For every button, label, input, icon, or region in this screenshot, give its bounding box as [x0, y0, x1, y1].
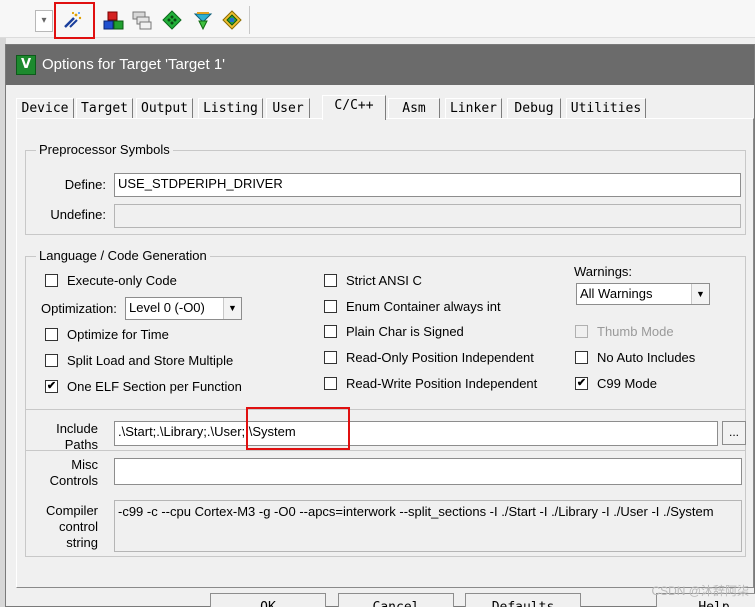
chevron-down-icon: ▼: [691, 284, 709, 304]
include-paths-input[interactable]: .\Start;.\Library;.\User;.\System: [114, 421, 718, 446]
pack-installer-icon[interactable]: [192, 9, 214, 31]
undefine-input[interactable]: [114, 204, 741, 228]
dialog-titlebar[interactable]: V Options for Target 'Target 1': [6, 45, 754, 85]
execute-only-label: Execute-only Code: [67, 273, 177, 288]
watermark: CSDN @沐辞阿柒: [651, 584, 749, 598]
rw-position-checkbox[interactable]: [324, 377, 337, 390]
preprocessor-group: Preprocessor Symbols Define: USE_STDPERI…: [25, 142, 746, 235]
misc-controls-input[interactable]: [114, 458, 742, 485]
optimization-value: Level 0 (-O0): [129, 300, 205, 315]
misc-controls-label-2: Controls: [49, 473, 98, 488]
plain-char-checkbox[interactable]: [324, 325, 337, 338]
defaults-button[interactable]: Defaults: [465, 593, 581, 607]
cancel-button[interactable]: Cancel: [338, 593, 454, 607]
one-elf-checkbox[interactable]: ✔: [45, 380, 58, 393]
c99-mode-label: C99 Mode: [597, 376, 657, 391]
enum-container-label: Enum Container always int: [346, 299, 501, 314]
keil-app-icon: V: [16, 55, 36, 75]
plain-char-label: Plain Char is Signed: [346, 324, 464, 339]
tab-linker[interactable]: Linker: [445, 98, 502, 119]
thumb-mode-label: Thumb Mode: [597, 324, 674, 339]
select-packs-icon[interactable]: [131, 9, 153, 31]
compiler-control-label-2: control: [58, 519, 98, 534]
include-paths-label-2: Paths: [64, 437, 98, 452]
no-auto-includes-checkbox[interactable]: [575, 351, 588, 364]
strict-ansi-label: Strict ANSI C: [346, 273, 422, 288]
no-auto-includes-label: No Auto Includes: [597, 350, 696, 365]
toolbar-dropdown[interactable]: ▾: [35, 10, 53, 32]
tab-asm[interactable]: Asm: [388, 98, 440, 119]
toolbar: ▾: [0, 0, 755, 38]
optimization-select[interactable]: Level 0 (-O0) ▼: [125, 297, 242, 320]
one-elf-label: One ELF Section per Function: [67, 379, 242, 394]
warnings-label: Warnings:: [574, 264, 633, 279]
component-icon[interactable]: [221, 9, 243, 31]
tab-device[interactable]: Device: [16, 98, 74, 119]
optimize-time-checkbox[interactable]: [45, 328, 58, 341]
misc-controls-label-1: Misc: [71, 457, 98, 472]
enum-container-checkbox[interactable]: [324, 300, 337, 313]
tab-listing[interactable]: Listing: [198, 98, 263, 119]
include-paths-label-1: Include: [56, 421, 98, 436]
ok-button[interactable]: OK: [210, 593, 326, 607]
define-input[interactable]: USE_STDPERIPH_DRIVER: [114, 173, 741, 197]
toolbar-separator: [249, 6, 250, 34]
optimization-label: Optimization:: [41, 301, 117, 316]
language-codegen-title: Language / Code Generation: [36, 248, 210, 264]
define-label: Define:: [64, 177, 106, 192]
tab-utilities[interactable]: Utilities: [566, 98, 646, 119]
ro-position-checkbox[interactable]: [324, 351, 337, 364]
tab-debug[interactable]: Debug: [507, 98, 561, 119]
options-for-target-icon[interactable]: [61, 9, 83, 31]
compiler-control-label-3: string: [66, 535, 98, 550]
dialog-title: Options for Target 'Target 1': [42, 56, 226, 73]
tab-c-cpp[interactable]: C/C++: [322, 95, 386, 120]
execute-only-checkbox[interactable]: [45, 274, 58, 287]
preprocessor-title: Preprocessor Symbols: [36, 142, 173, 158]
optimize-time-label: Optimize for Time: [67, 327, 169, 342]
tab-output[interactable]: Output: [136, 98, 193, 119]
warnings-value: All Warnings: [580, 286, 653, 301]
c99-mode-checkbox[interactable]: ✔: [575, 377, 588, 390]
compiler-control-label-1: Compiler: [45, 503, 98, 518]
tab-user[interactable]: User: [266, 98, 310, 119]
manage-run-time-environment-icon[interactable]: [161, 9, 183, 31]
thumb-mode-checkbox: [575, 325, 588, 338]
rw-position-label: Read-Write Position Independent: [346, 376, 538, 391]
strict-ansi-checkbox[interactable]: [324, 274, 337, 287]
undefine-label: Undefine:: [50, 207, 106, 222]
split-load-checkbox[interactable]: [45, 354, 58, 367]
chevron-down-icon: ▼: [223, 298, 241, 319]
warnings-select[interactable]: All Warnings ▼: [576, 283, 710, 305]
include-paths-browse-button[interactable]: ...: [722, 421, 746, 445]
split-load-label: Split Load and Store Multiple: [67, 353, 234, 368]
options-dialog: V Options for Target 'Target 1' Device T…: [5, 44, 755, 607]
ro-position-label: Read-Only Position Independent: [346, 350, 534, 365]
compiler-control-string: -c99 -c --cpu Cortex-M3 -g -O0 --apcs=in…: [114, 500, 742, 552]
tab-target[interactable]: Target: [76, 98, 133, 119]
manage-project-items-icon[interactable]: [102, 9, 124, 31]
